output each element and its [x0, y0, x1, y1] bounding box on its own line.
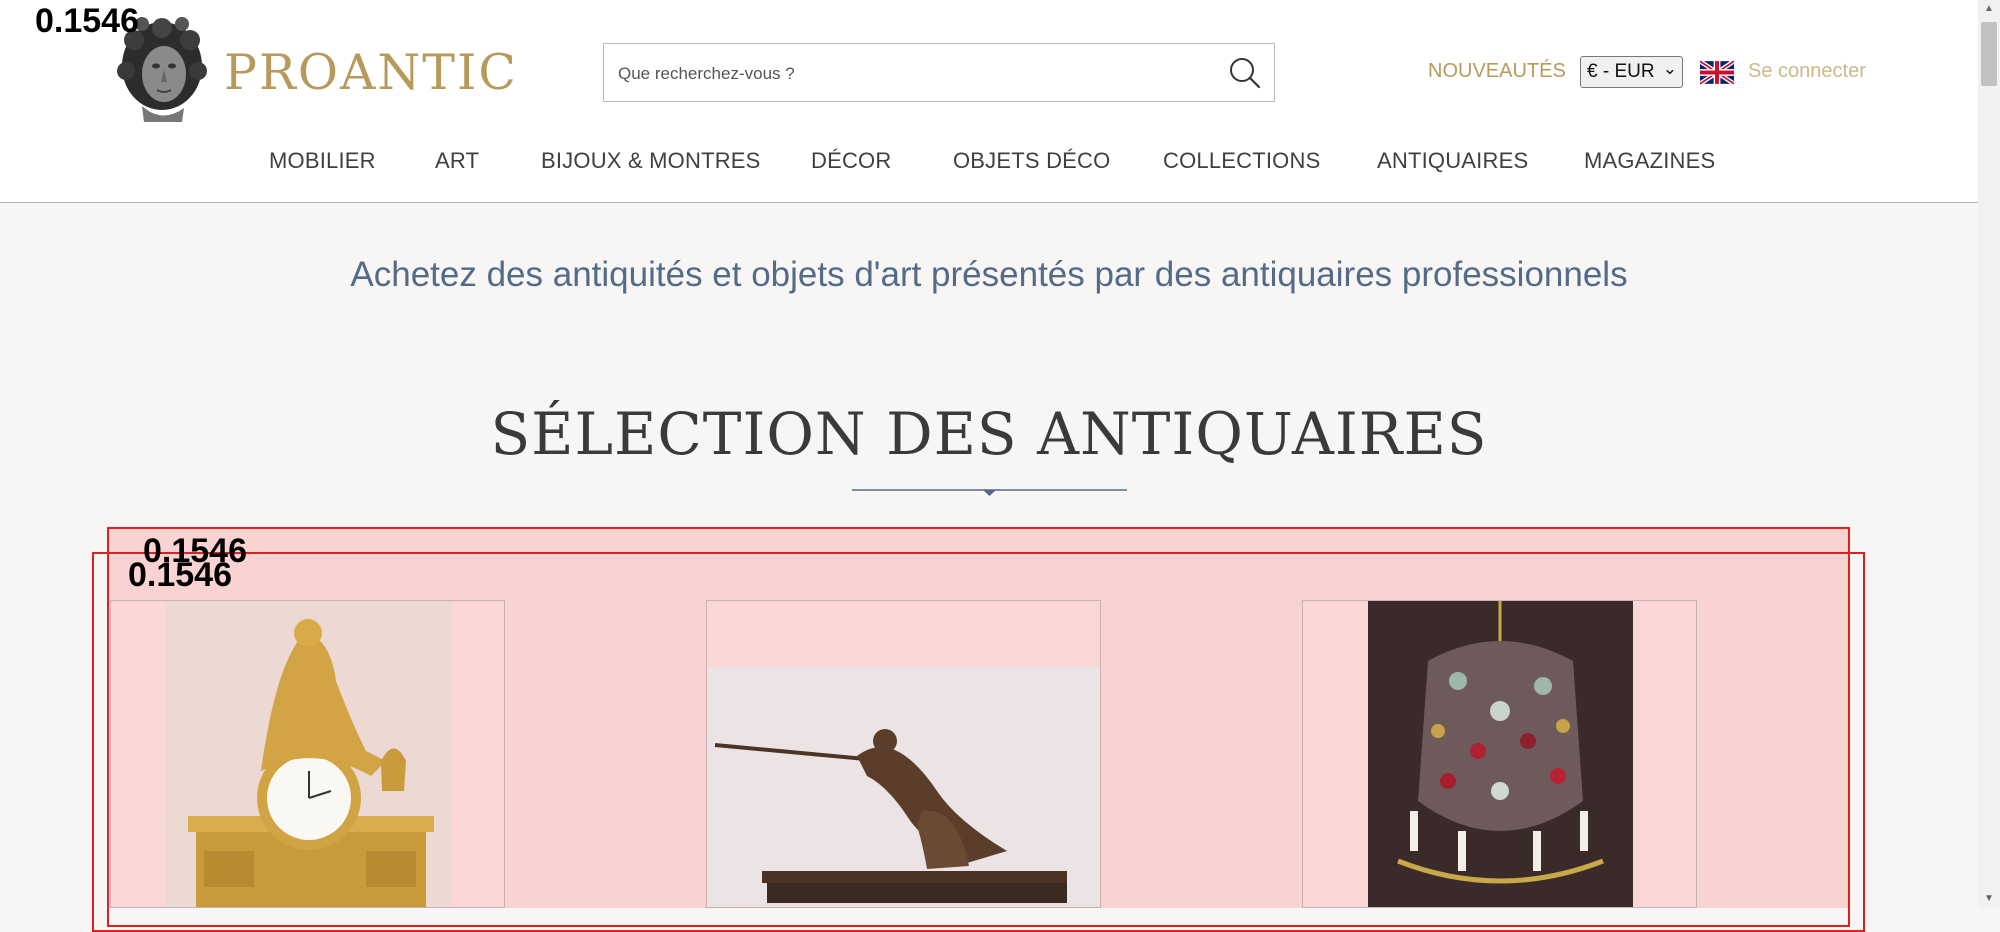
product-card[interactable] — [110, 600, 505, 908]
product-card[interactable] — [706, 600, 1101, 908]
nav-item-art[interactable]: ART — [435, 148, 479, 174]
site-header: PROANTIC NOUVEAUTÉS € - EUR ⌄ Se connect… — [0, 0, 1978, 203]
title-divider — [852, 489, 1127, 496]
product-image-gilt-clock[interactable] — [166, 601, 451, 908]
chevron-down-icon: ⌄ — [1662, 59, 1677, 78]
search-bar — [603, 43, 1275, 103]
product-image-bronze-figure[interactable] — [707, 601, 1101, 908]
nav-item-collections[interactable]: COLLECTIONS — [1163, 148, 1320, 174]
nav-item-bijoux-montres[interactable]: BIJOUX & MONTRES — [541, 148, 761, 174]
section-title: SÉLECTION DES ANTIQUAIRES — [490, 400, 1488, 468]
search-input[interactable] — [616, 44, 1200, 103]
new-arrivals-link[interactable]: NOUVEAUTÉS — [1428, 60, 1566, 83]
nav-item-objets-deco[interactable]: OBJETS DÉCO — [953, 148, 1110, 174]
nav-item-magazines[interactable]: MAGAZINES — [1584, 148, 1715, 174]
brand-logo-text[interactable]: PROANTIC — [224, 44, 518, 101]
product-image-crystal-chandelier[interactable] — [1368, 601, 1633, 908]
product-card[interactable] — [1302, 600, 1697, 908]
currency-select[interactable]: € - EUR ⌄ — [1580, 56, 1683, 88]
page-scrollbar[interactable]: ▲ ▼ — [1978, 0, 2000, 908]
nav-item-decor[interactable]: DÉCOR — [811, 148, 891, 174]
scroll-up-icon[interactable]: ▲ — [1978, 0, 2000, 18]
overlay-score-label: 0.1546 — [35, 2, 139, 40]
nav-item-mobilier[interactable]: MOBILIER — [269, 148, 376, 174]
main-nav: MOBILIER ART BIJOUX & MONTRES DÉCOR OBJE… — [0, 148, 1978, 178]
currency-value: € - EUR — [1587, 61, 1655, 82]
uk-flag-icon[interactable] — [1700, 60, 1734, 85]
nav-item-antiquaires[interactable]: ANTIQUAIRES — [1377, 148, 1528, 174]
scrollbar-thumb[interactable] — [1981, 22, 1997, 86]
search-icon[interactable] — [1226, 54, 1264, 92]
scroll-down-icon[interactable]: ▼ — [1978, 890, 2000, 908]
page-tagline: Achetez des antiquités et objets d'art p… — [350, 255, 1628, 294]
overlay-score-label: 0.1546 — [128, 556, 232, 594]
signin-link[interactable]: Se connecter — [1748, 60, 1866, 83]
